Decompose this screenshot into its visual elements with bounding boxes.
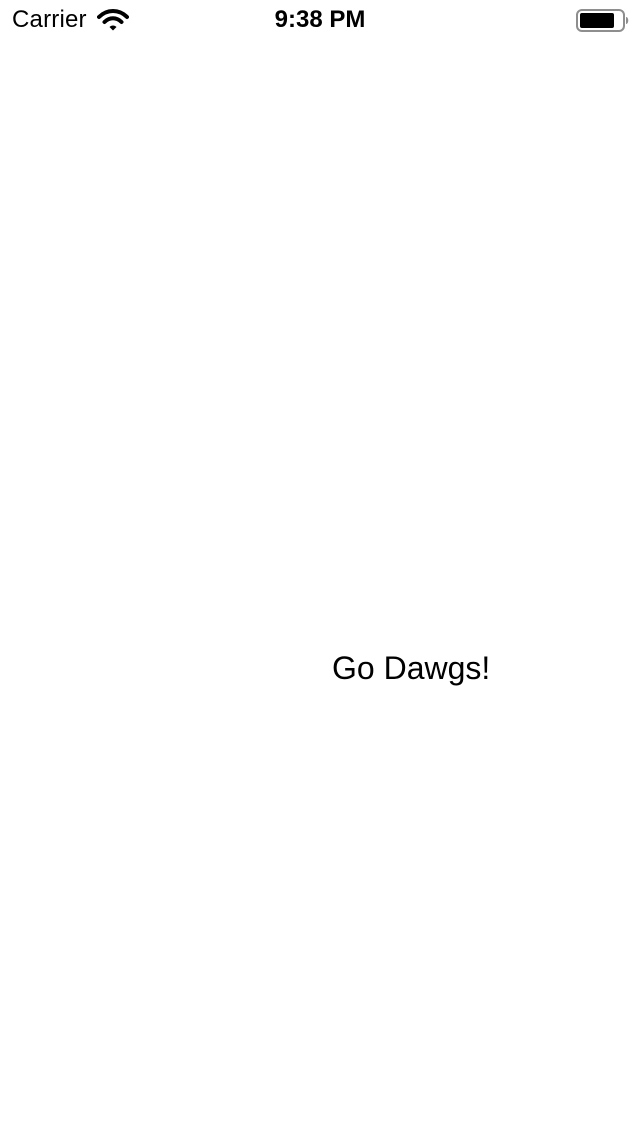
battery-icon [576, 9, 629, 32]
go-dawgs-message: Go Dawgs! [332, 650, 491, 686]
status-bar: Carrier 9:38 PM [0, 0, 640, 40]
status-time: 9:38 PM [274, 6, 366, 33]
